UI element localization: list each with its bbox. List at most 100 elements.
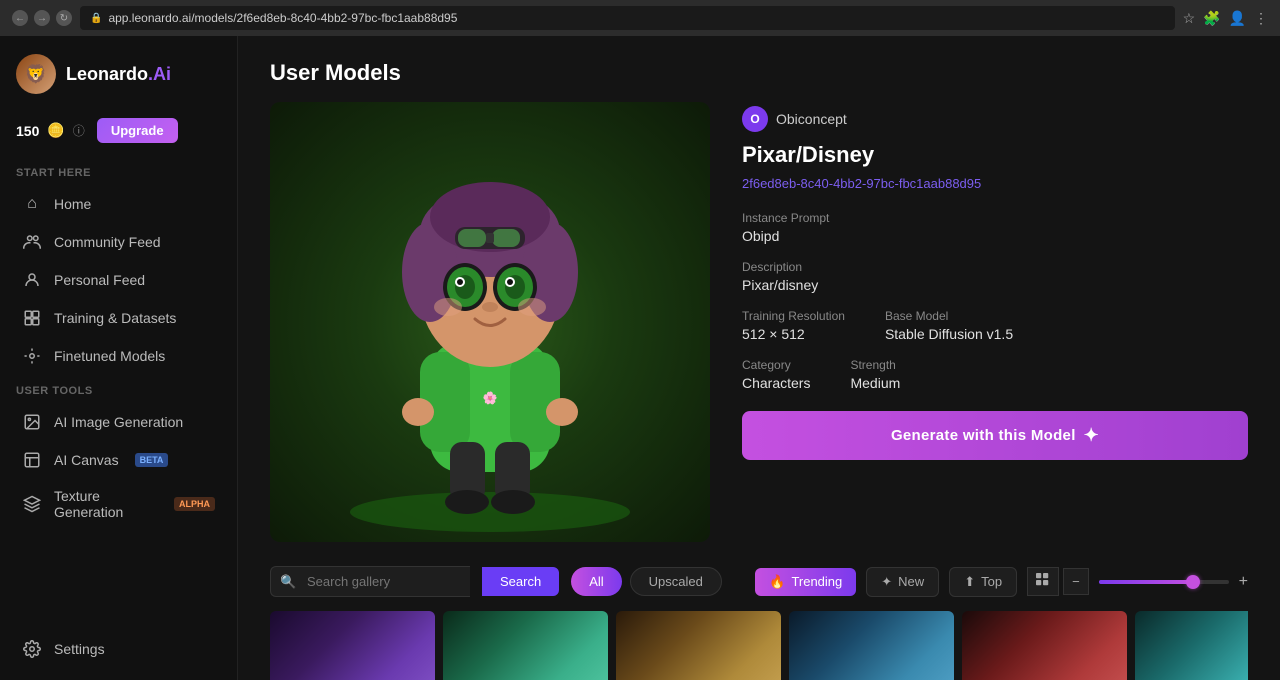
size-slider-fill xyxy=(1099,580,1197,584)
training-resolution-field: Training Resolution 512 × 512 xyxy=(742,309,845,342)
sort-new-label: New xyxy=(898,574,924,589)
alpha-badge: ALPHA xyxy=(174,497,215,511)
logo-avatar: 🦁 xyxy=(16,54,56,94)
author-name: Obiconcept xyxy=(776,111,847,127)
size-slider-thumb[interactable] xyxy=(1186,575,1200,589)
model-info-panel: O Obiconcept Pixar/Disney 2f6ed8eb-8c40-… xyxy=(742,102,1248,542)
home-icon: ⌂ xyxy=(22,194,42,214)
description-field: Description Pixar/disney xyxy=(742,260,818,293)
gallery-search-wrap: 🔍 xyxy=(270,566,470,597)
gallery-search-input[interactable] xyxy=(270,566,470,597)
base-model-value: Stable Diffusion v1.5 xyxy=(885,326,1013,342)
logo-ai-text: .Ai xyxy=(148,64,171,84)
base-model-label: Base Model xyxy=(885,309,1013,323)
sidebar-item-texture[interactable]: Texture Generation ALPHA xyxy=(6,479,231,529)
model-author-row: O Obiconcept xyxy=(742,106,1248,132)
model-detail-section: 🌸 O Obiconcept Pixar/Disney 2f6ed8eb-8c4… xyxy=(238,102,1280,566)
forward-button[interactable]: → xyxy=(34,10,50,26)
sidebar-item-personal-label: Personal Feed xyxy=(54,272,145,288)
sidebar-item-ai-image[interactable]: AI Image Generation xyxy=(6,403,231,441)
profile-menu-icon[interactable]: 👤 xyxy=(1229,10,1246,27)
sidebar-item-finetuned-label: Finetuned Models xyxy=(54,348,165,364)
top-icon: ⬆ xyxy=(964,574,975,590)
sort-top-button[interactable]: ⬆ Top xyxy=(949,567,1017,597)
sort-trending-button[interactable]: 🔥 Trending xyxy=(755,568,856,596)
author-avatar: O xyxy=(742,106,768,132)
sidebar-item-finetuned[interactable]: Finetuned Models xyxy=(6,337,231,375)
browser-nav-controls[interactable]: ← → ↻ xyxy=(12,10,72,26)
sidebar-item-community-feed[interactable]: Community Feed xyxy=(6,223,231,261)
start-here-label: Start Here xyxy=(0,157,237,185)
ai-canvas-icon xyxy=(22,450,42,470)
gallery-thumb-5[interactable] xyxy=(962,611,1127,680)
instance-prompt-value: Obipd xyxy=(742,228,829,244)
info-row-category-strength: Category Characters Strength Medium xyxy=(742,358,1248,391)
generate-button[interactable]: Generate with this Model ✦ xyxy=(742,411,1248,460)
grid-view-button[interactable] xyxy=(1027,567,1059,596)
community-icon xyxy=(22,232,42,252)
search-button[interactable]: Search xyxy=(482,567,559,596)
gallery-thumb-4[interactable] xyxy=(789,611,954,680)
gallery-controls: 🔍 Search All Upscaled 🔥 Trending ✦ New xyxy=(270,566,1248,597)
strength-field: Strength Medium xyxy=(850,358,900,391)
sidebar: 🦁 Leonardo.Ai 150 🪙 ⓘ Upgrade Start Here… xyxy=(0,36,238,680)
url-bar[interactable]: 🔒 app.leonardo.ai/models/2f6ed8eb-8c40-4… xyxy=(80,6,1175,30)
strength-label: Strength xyxy=(850,358,900,372)
gallery-filter-buttons: All Upscaled xyxy=(571,567,722,596)
category-field: Category Characters xyxy=(742,358,810,391)
info-row-prompt: Instance Prompt Obipd xyxy=(742,211,1248,244)
training-resolution-value: 512 × 512 xyxy=(742,326,845,342)
sidebar-item-training-label: Training & Datasets xyxy=(54,310,176,326)
back-button[interactable]: ← xyxy=(12,10,28,26)
sidebar-item-home[interactable]: ⌂ Home xyxy=(6,185,231,223)
ai-image-icon xyxy=(22,412,42,432)
sidebar-item-training[interactable]: Training & Datasets xyxy=(6,299,231,337)
sort-new-button[interactable]: ✦ New xyxy=(866,567,939,597)
svg-text:🌸: 🌸 xyxy=(483,391,498,405)
gallery-thumb-6[interactable] xyxy=(1135,611,1248,680)
sidebar-item-community-label: Community Feed xyxy=(54,234,161,250)
model-id[interactable]: 2f6ed8eb-8c40-4bb2-97bc-fbc1aab88d95 xyxy=(742,176,1248,191)
info-row-resolution-model: Training Resolution 512 × 512 Base Model… xyxy=(742,309,1248,342)
credits-area: 150 🪙 ⓘ Upgrade xyxy=(0,112,237,157)
gallery-thumb-1[interactable] xyxy=(270,611,435,680)
size-increase-button[interactable]: + xyxy=(1239,573,1248,591)
app-container: 🦁 Leonardo.Ai 150 🪙 ⓘ Upgrade Start Here… xyxy=(0,36,1280,680)
trending-icon: 🔥 xyxy=(769,574,785,590)
refresh-button[interactable]: ↻ xyxy=(56,10,72,26)
browser-action-buttons: ☆ 🧩 👤 ⋮ xyxy=(1183,10,1268,27)
new-icon: ✦ xyxy=(881,574,892,590)
sidebar-item-texture-label: Texture Generation xyxy=(54,488,158,520)
gallery-thumb-3[interactable] xyxy=(616,611,781,680)
base-model-field: Base Model Stable Diffusion v1.5 xyxy=(885,309,1013,342)
sidebar-item-settings[interactable]: Settings xyxy=(6,630,231,668)
model-name: Pixar/Disney xyxy=(742,142,1248,168)
sidebar-item-ai-canvas[interactable]: AI Canvas BETA xyxy=(6,441,231,479)
size-slider[interactable] xyxy=(1099,580,1229,584)
user-tools-label: User Tools xyxy=(0,375,237,403)
model-image-bg: 🌸 xyxy=(270,102,710,542)
instance-prompt-field: Instance Prompt Obipd xyxy=(742,211,829,244)
character-illustration: 🌸 xyxy=(330,112,650,532)
training-icon xyxy=(22,308,42,328)
more-options-icon[interactable]: ⋮ xyxy=(1254,10,1268,27)
bookmark-icon[interactable]: ☆ xyxy=(1183,10,1196,27)
info-row-description: Description Pixar/disney xyxy=(742,260,1248,293)
sidebar-item-personal-feed[interactable]: Personal Feed xyxy=(6,261,231,299)
gallery-section: 🔍 Search All Upscaled 🔥 Trending ✦ New xyxy=(238,566,1280,680)
sparkle-icon: ✦ xyxy=(1084,425,1099,446)
strength-value: Medium xyxy=(850,375,900,391)
page-title: User Models xyxy=(270,60,1248,86)
filter-upscaled-button[interactable]: Upscaled xyxy=(630,567,722,596)
sort-trending-label: Trending xyxy=(791,574,842,589)
logo-text: Leonardo.Ai xyxy=(66,64,171,85)
logo-area: 🦁 Leonardo.Ai xyxy=(0,36,237,112)
gallery-thumb-2[interactable] xyxy=(443,611,608,680)
credits-info-icon[interactable]: ⓘ xyxy=(73,122,85,139)
upgrade-button[interactable]: Upgrade xyxy=(97,118,178,143)
filter-all-button[interactable]: All xyxy=(571,567,621,596)
sidebar-item-settings-label: Settings xyxy=(54,641,105,657)
size-decrease-button[interactable]: − xyxy=(1063,568,1089,595)
extension-icon[interactable]: 🧩 xyxy=(1203,10,1220,27)
lock-icon: 🔒 xyxy=(90,13,102,24)
